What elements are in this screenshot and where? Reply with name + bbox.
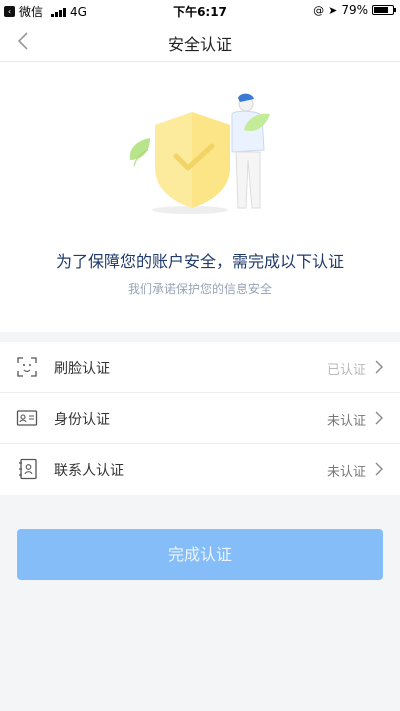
row-status: 未认证	[326, 465, 366, 480]
chevron-right-icon	[375, 411, 383, 425]
list-item-contact-verification[interactable]: 联系人认证 未认证	[0, 444, 400, 495]
hero-title: 为了保障您的账户安全，需完成以下认证	[55, 252, 344, 271]
row-label: 刷脸认证	[54, 361, 110, 377]
page-title: 安全认证	[167, 35, 232, 54]
verification-list: 刷脸认证 已认证 身份认证 未认证 联系人认证 未认证	[0, 342, 400, 495]
row-label: 身份认证	[54, 412, 110, 428]
security-illustration	[129, 93, 270, 214]
contact-card-icon	[19, 458, 37, 480]
row-label: 联系人认证	[54, 463, 124, 479]
status-bar-right: @ ➤ 79%	[313, 3, 396, 17]
location-icon: ➤	[328, 3, 338, 17]
face-scan-icon	[17, 357, 37, 377]
hero-section: 为了保障您的账户安全，需完成以下认证 我们承诺保护您的信息安全	[0, 62, 400, 332]
battery-percent: 79%	[341, 3, 368, 17]
chevron-right-icon	[375, 360, 383, 374]
row-status: 已认证	[326, 363, 366, 378]
status-bar: ‹ 微信 4G 下午6:17 @ ➤ 79%	[0, 0, 400, 20]
leaf-icon	[129, 138, 150, 160]
battery-fill	[374, 7, 389, 13]
rotation-lock-icon: @	[313, 3, 325, 17]
row-status: 未认证	[326, 414, 366, 429]
battery-icon	[372, 5, 396, 15]
nav-bar: 安全认证	[0, 20, 400, 62]
hero-subtitle: 我们承诺保护您的信息安全	[127, 282, 272, 296]
list-item-identity-verification[interactable]: 身份认证 未认证	[0, 393, 400, 444]
complete-verification-button[interactable]: 完成认证	[17, 529, 383, 580]
id-card-icon	[16, 410, 38, 426]
chevron-right-icon	[375, 462, 383, 476]
list-item-face-verification[interactable]: 刷脸认证 已认证	[0, 342, 400, 393]
